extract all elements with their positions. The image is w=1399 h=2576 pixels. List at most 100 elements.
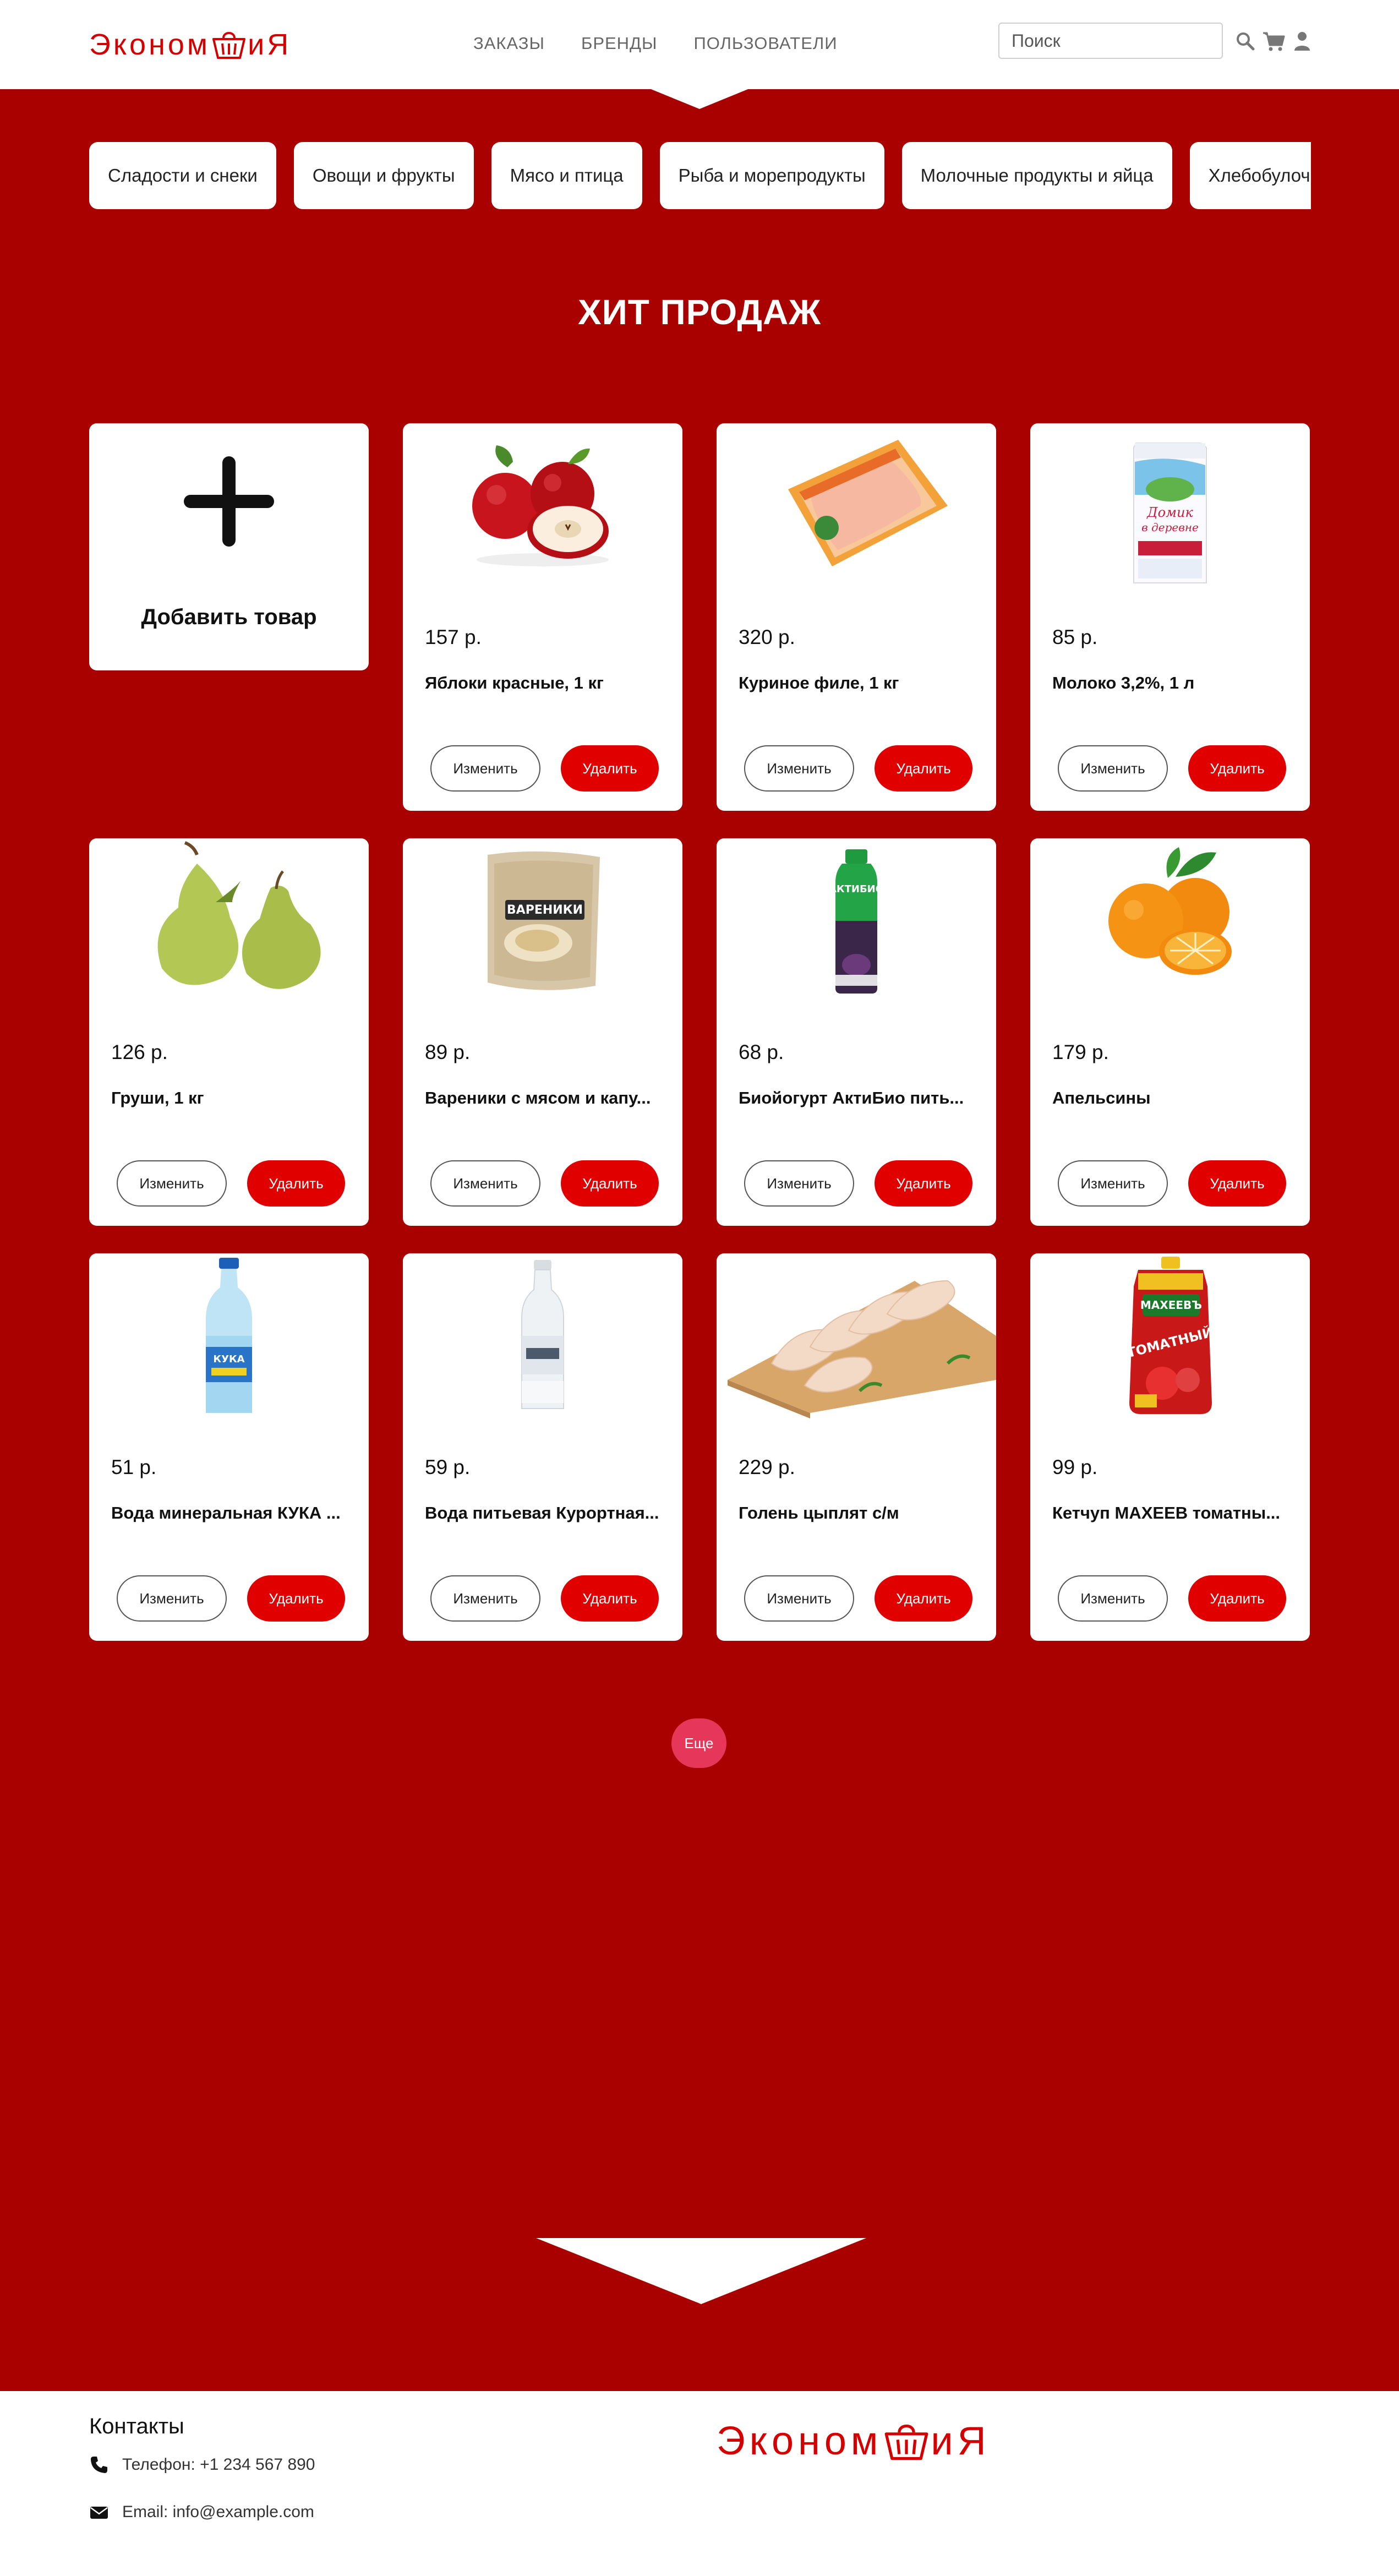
nav-users[interactable]: ПОЛЬЗОВАТЕЛИ (694, 31, 838, 56)
delete-button[interactable]: Удалить (875, 1575, 972, 1622)
product-card: Домик в деревне 85 р. Молоко 3,2%, 1 л И… (1030, 423, 1310, 811)
email-text[interactable]: Email: info@example.com (122, 2503, 314, 2522)
nav-brands[interactable]: БРЕНДЫ (581, 31, 658, 56)
product-price: 68 р. (739, 1041, 784, 1063)
load-more-button[interactable]: Еще (671, 1718, 726, 1768)
product-card: АКТИБИО 68 р. Биойогурт АктиБио пить... … (717, 838, 996, 1226)
edit-button[interactable]: Изменить (744, 1160, 854, 1207)
delete-button[interactable]: Удалить (875, 1160, 972, 1207)
edit-button[interactable]: Изменить (430, 1160, 540, 1207)
delete-button[interactable]: Удалить (247, 1575, 345, 1622)
edit-button[interactable]: Изменить (430, 1575, 540, 1622)
email-icon (90, 2507, 108, 2519)
product-name: Вода питьевая Курортная... (425, 1503, 659, 1522)
delete-button[interactable]: Удалить (875, 745, 972, 792)
category-meat-poultry[interactable]: Мясо и птица (491, 142, 642, 209)
search-icon[interactable] (1235, 31, 1256, 52)
product-price: 126 р. (111, 1041, 168, 1063)
delete-button[interactable]: Удалить (247, 1160, 345, 1207)
brand-name-left: Эконом (717, 2419, 883, 2463)
product-name: Вареники с мясом и капу... (425, 1088, 651, 1107)
product-name: Апельсины (1052, 1088, 1151, 1107)
svg-text:АКТИБИО: АКТИБИО (829, 883, 884, 895)
edit-button[interactable]: Изменить (744, 745, 854, 792)
header-notch (648, 88, 751, 109)
delete-button[interactable]: Удалить (561, 1160, 659, 1207)
search-input[interactable] (998, 23, 1223, 59)
footer-logo[interactable]: Эконом иЯ (717, 2416, 991, 2466)
product-image-oranges (1108, 847, 1232, 975)
product-image-water-blue: КУКА (206, 1258, 252, 1413)
delete-button[interactable]: Удалить (1188, 1160, 1286, 1207)
footer: Контакты Телефон: +1 234 567 890 Email: … (0, 2391, 1399, 2576)
product-price: 229 р. (739, 1456, 795, 1478)
product-name: Молоко 3,2%, 1 л (1052, 673, 1195, 692)
product-card: 59 р. Вода питьевая Курортная... Изменит… (403, 1253, 682, 1641)
brand-name-right: иЯ (931, 2419, 991, 2463)
product-price: 89 р. (425, 1041, 471, 1063)
svg-text:Домик: Домик (1146, 505, 1193, 520)
product-card: 229 р. Голень цыплят с/м Изменить Удалит… (717, 1253, 996, 1641)
user-icon[interactable] (1293, 31, 1311, 52)
nav-orders[interactable]: ЗАКАЗЫ (473, 31, 545, 56)
product-price: 59 р. (425, 1456, 471, 1478)
product-name: Яблоки красные, 1 кг (425, 673, 604, 692)
main-nav: ЗАКАЗЫ БРЕНДЫ ПОЛЬЗОВАТЕЛИ (473, 31, 838, 56)
product-name: Куриное филе, 1 кг (739, 673, 899, 692)
product-name: Груши, 1 кг (111, 1088, 204, 1107)
delete-button[interactable]: Удалить (1188, 745, 1286, 792)
product-card: ВАРЕНИКИ 89 р. Вареники с мясом и капу..… (403, 838, 682, 1226)
down-arrow-icon (536, 2238, 866, 2304)
product-card: 157 р. Яблоки красные, 1 кг Изменить Уда… (403, 423, 682, 811)
product-image-apples (472, 445, 609, 566)
product-image-ketchup: МАХЕЕВЪ ТОМАТНЫЙ (1125, 1257, 1215, 1414)
add-product-card[interactable]: Добавить товар (89, 423, 369, 670)
contacts-title: Контакты (89, 2414, 184, 2438)
product-image-water-clear (521, 1260, 564, 1409)
category-sweets[interactable]: Сладости и снеки (89, 142, 276, 209)
product-price: 85 р. (1052, 626, 1098, 648)
svg-text:КУКА: КУКА (213, 1354, 244, 1365)
category-fish-seafood[interactable]: Рыба и морепродукты (659, 142, 884, 209)
header: Эконом иЯ ЗАКАЗЫ БРЕНДЫ ПОЛЬЗОВАТЕЛИ (0, 0, 1399, 89)
edit-button[interactable]: Изменить (117, 1575, 227, 1622)
category-vegetables-fruits[interactable]: Овощи и фрукты (293, 142, 474, 209)
product-price: 157 р. (425, 626, 482, 648)
brand-logo[interactable]: Эконом иЯ (89, 26, 291, 63)
svg-text:ВАРЕНИКИ: ВАРЕНИКИ (507, 903, 583, 917)
edit-button[interactable]: Изменить (430, 745, 540, 792)
product-grid: Добавить товар 157 р. Яблоки красные, 1 … (89, 423, 1311, 1641)
product-card: МАХЕЕВЪ ТОМАТНЫЙ 99 р. Кетчуп МАХЕЕВ том… (1030, 1253, 1310, 1641)
basket-logo-icon (885, 2424, 928, 2460)
product-price: 320 р. (739, 626, 795, 648)
product-image-vareniki: ВАРЕНИКИ (488, 851, 600, 990)
delete-button[interactable]: Удалить (561, 745, 659, 792)
edit-button[interactable]: Изменить (1058, 1575, 1168, 1622)
svg-text:в деревне: в деревне (1141, 521, 1199, 534)
delete-button[interactable]: Удалить (1188, 1575, 1286, 1622)
product-card: 320 р. Куриное филе, 1 кг Изменить Удали… (717, 423, 996, 811)
product-card: 179 р. Апельсины Изменить Удалить (1030, 838, 1310, 1226)
contact-phone: Телефон: +1 234 567 890 (89, 2455, 315, 2475)
product-name: Вода минеральная КУКА ... (111, 1503, 341, 1522)
edit-button[interactable]: Изменить (117, 1160, 227, 1207)
product-image-chicken-fillet (788, 440, 948, 566)
category-dairy-eggs[interactable]: Молочные продукты и яйца (901, 142, 1172, 209)
category-bakery[interactable]: Хлебобулочные изделия (1189, 142, 1311, 209)
product-price: 51 р. (111, 1456, 157, 1478)
phone-text: Телефон: +1 234 567 890 (122, 2455, 315, 2474)
brand-name-left: Эконом (89, 28, 211, 61)
brand-name-right: иЯ (248, 28, 292, 61)
phone-icon (91, 2457, 107, 2473)
edit-button[interactable]: Изменить (1058, 1160, 1168, 1207)
product-price: 99 р. (1052, 1456, 1098, 1478)
product-name: Голень цыплят с/м (739, 1503, 899, 1522)
edit-button[interactable]: Изменить (1058, 745, 1168, 792)
plus-icon (184, 456, 274, 547)
basket-logo-icon (212, 32, 246, 59)
cart-icon[interactable] (1263, 31, 1286, 52)
delete-button[interactable]: Удалить (561, 1575, 659, 1622)
category-bar: Сладости и снеки Овощи и фрукты Мясо и п… (89, 142, 1311, 211)
product-image-pears (157, 841, 321, 989)
edit-button[interactable]: Изменить (744, 1575, 854, 1622)
